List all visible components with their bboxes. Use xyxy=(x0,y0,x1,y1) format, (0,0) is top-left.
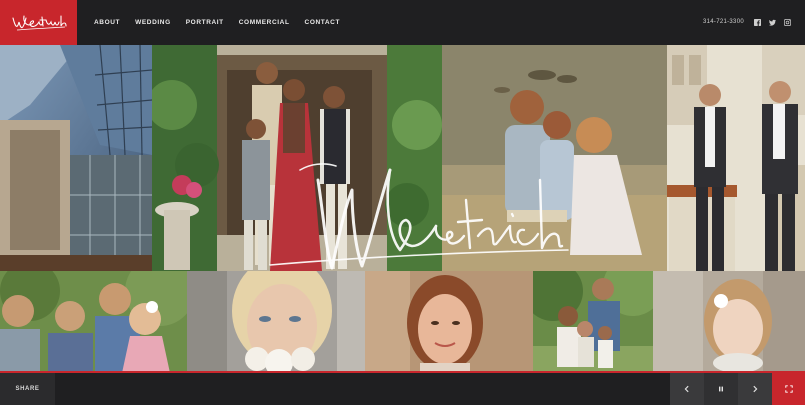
photo-collage xyxy=(0,45,805,373)
fullscreen-button[interactable] xyxy=(772,373,805,405)
site-logo[interactable] xyxy=(0,0,77,45)
photo-little-girl xyxy=(653,271,805,373)
nav-item-commercial[interactable]: COMMERCIAL xyxy=(239,19,290,26)
nav-item-portrait[interactable]: PORTRAIT xyxy=(186,19,224,26)
photo-business-men xyxy=(667,45,805,271)
westrich-script-logo-icon xyxy=(269,163,569,270)
chevron-left-icon xyxy=(684,385,689,393)
photo-architecture xyxy=(0,45,152,271)
twitter-icon[interactable] xyxy=(768,18,776,26)
nav-item-about[interactable]: ABOUT xyxy=(94,19,120,26)
chevron-right-icon xyxy=(753,385,758,393)
instagram-icon[interactable] xyxy=(783,18,791,26)
share-button[interactable]: SHARE xyxy=(0,373,55,405)
nav-item-contact[interactable]: CONTACT xyxy=(305,19,341,26)
phone-number[interactable]: 314-721-3300 xyxy=(703,19,744,25)
photo-three-kids xyxy=(0,271,187,373)
page: ABOUT WEDDING PORTRAIT COMMERCIAL CONTAC… xyxy=(0,0,805,405)
next-slide-button[interactable] xyxy=(738,373,772,405)
main-nav: ABOUT WEDDING PORTRAIT COMMERCIAL CONTAC… xyxy=(94,0,355,45)
site-header: ABOUT WEDDING PORTRAIT COMMERCIAL CONTAC… xyxy=(0,0,805,45)
nav-item-wedding[interactable]: WEDDING xyxy=(135,19,171,26)
fullscreen-icon xyxy=(784,385,793,393)
previous-slide-button[interactable] xyxy=(670,373,704,405)
pause-slideshow-button[interactable] xyxy=(704,373,738,405)
pause-icon xyxy=(719,386,723,392)
slideshow-controls: SHARE xyxy=(0,373,805,405)
westrich-logo-icon xyxy=(11,14,67,30)
facebook-icon[interactable] xyxy=(753,18,761,26)
westrich-watermark xyxy=(240,140,570,300)
